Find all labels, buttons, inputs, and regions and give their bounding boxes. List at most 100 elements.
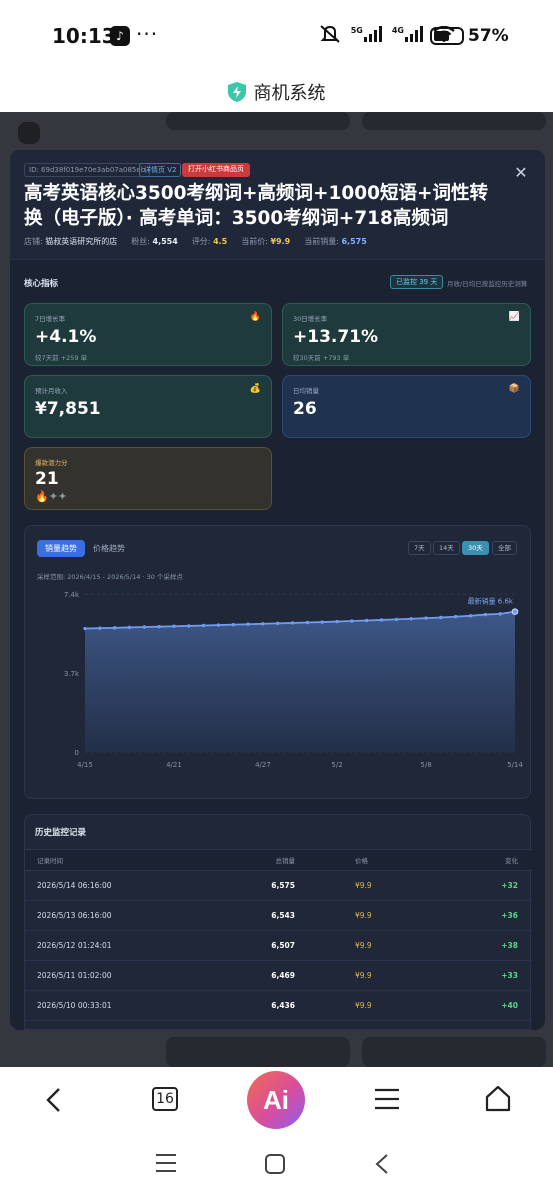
data-point bbox=[394, 617, 399, 622]
card-sub: 较7天前 +259 单 bbox=[35, 354, 88, 362]
open-xiaohongshu-button[interactable]: 打开小红书商品页 bbox=[182, 163, 250, 177]
row-time: 2026/5/10 00:33:01 bbox=[37, 1001, 112, 1010]
data-point bbox=[201, 623, 206, 628]
data-point bbox=[246, 622, 250, 626]
product-meta: 店铺: 猫叔英语研究所的店 粉丝: 4,554 评分: 4.5 当前价: ¥9.… bbox=[24, 236, 367, 247]
card-label: 预计月收入 bbox=[35, 387, 68, 395]
row-time: 2026/5/11 01:02:00 bbox=[37, 971, 112, 980]
range-14d-button[interactable]: 14天 bbox=[433, 541, 460, 555]
table-row: 2026/5/12 01:24:01 6,507 ¥9.9 +38 bbox=[25, 931, 532, 961]
x-tick-label: 4/21 bbox=[166, 761, 182, 769]
trend-chart-icon: 📈 bbox=[508, 312, 520, 322]
row-change: +40 bbox=[501, 1001, 518, 1010]
y-tick-label: 7.4k bbox=[64, 591, 80, 599]
row-sales: 6,436 bbox=[271, 1001, 295, 1010]
close-icon[interactable]: ✕ bbox=[513, 165, 529, 181]
product-detail-modal: ID: 69d38f019e70e3ab07a085eb 详情页 V2 打开小红… bbox=[10, 150, 545, 1030]
menu-icon[interactable] bbox=[374, 1088, 400, 1110]
backdrop-tile bbox=[166, 112, 350, 130]
history-panel: 历史监控记录 记录时间 总销量 价格 变化 2026/5/14 06:16:00… bbox=[24, 814, 532, 1030]
table-row: 2026/5/14 06:16:00 6,575 ¥9.9 +32 bbox=[25, 871, 532, 901]
mute-icon bbox=[320, 25, 340, 43]
ai-assistant-button[interactable]: Ai bbox=[247, 1071, 305, 1129]
shield-bolt-icon bbox=[227, 82, 246, 102]
x-tick-label: 5/8 bbox=[420, 761, 431, 769]
data-point bbox=[498, 612, 502, 616]
range-30d-button[interactable]: 30天 bbox=[462, 541, 489, 555]
col-price: 价格 bbox=[355, 857, 368, 865]
row-price: ¥9.9 bbox=[355, 1001, 372, 1010]
detail-version-tag: 详情页 V2 bbox=[139, 163, 182, 177]
range-all-button[interactable]: 全部 bbox=[492, 541, 517, 555]
sales-value: 6,575 bbox=[341, 237, 367, 246]
tab-price-trend[interactable]: 价格趋势 bbox=[93, 540, 125, 557]
row-price: ¥9.9 bbox=[355, 911, 372, 920]
growth-30d-card: 30日增长率 +13.71% 较30天前 +793 单 📈 bbox=[282, 303, 531, 366]
data-point bbox=[365, 618, 369, 623]
signal-4g-icon: 4G bbox=[392, 26, 423, 42]
status-bar: 10:13 ♪ ··· 5G 4G 57% bbox=[0, 0, 553, 72]
row-sales: 6,543 bbox=[271, 911, 295, 920]
row-price: ¥9.9 bbox=[355, 941, 372, 950]
row-sales: 6,507 bbox=[271, 941, 295, 950]
signal-5g-icon: 5G bbox=[351, 26, 382, 42]
tabs-count-button[interactable]: 16 bbox=[152, 1087, 178, 1111]
data-point bbox=[216, 623, 221, 627]
fans-value: 4,554 bbox=[152, 237, 178, 246]
backdrop-tile bbox=[362, 112, 546, 130]
rating-label: 评分: bbox=[191, 237, 211, 246]
daily-sales-card: 日均销量 26 📦 bbox=[282, 375, 531, 438]
trend-chart-panel: 销量趋势 价格趋势 7天 14天 30天 全部 采样范围: 2026/4/15 … bbox=[24, 525, 531, 799]
price-value: ¥9.9 bbox=[270, 237, 291, 246]
col-sales: 总销量 bbox=[275, 857, 296, 865]
range-7d-button[interactable]: 7天 bbox=[408, 541, 431, 555]
row-change: +38 bbox=[501, 941, 518, 950]
row-change: +32 bbox=[501, 881, 518, 890]
battery-icon bbox=[430, 27, 464, 45]
network-4g-label: 4G bbox=[391, 26, 404, 35]
browser-bottom-bar: 16 Ai bbox=[0, 1067, 553, 1200]
fire-icon: 🔥 bbox=[249, 312, 261, 322]
sample-range-note: 采样范围: 2026/4/15 - 2026/5/14 · 30 个采样点 bbox=[37, 573, 183, 581]
data-point bbox=[379, 618, 384, 622]
card-value: +4.1% bbox=[35, 327, 97, 347]
data-point bbox=[98, 626, 102, 630]
product-title: 高考英语核心3500考纲词+高频词+1000短语+词性转换（电子版）· 高考单词… bbox=[24, 183, 488, 229]
monthly-revenue-card: 预计月收入 ¥7,851 💰 bbox=[24, 375, 272, 438]
data-point bbox=[127, 625, 132, 630]
modal-header: ID: 69d38f019e70e3ab07a085eb 详情页 V2 打开小红… bbox=[10, 150, 545, 260]
col-change: 变化 bbox=[505, 857, 518, 865]
data-point bbox=[112, 626, 117, 630]
system-back-icon[interactable] bbox=[374, 1153, 390, 1175]
data-point bbox=[409, 617, 413, 621]
home-icon[interactable] bbox=[484, 1085, 512, 1113]
tab-sales-trend[interactable]: 销量趋势 bbox=[37, 540, 85, 557]
data-point bbox=[335, 619, 339, 624]
growth-7d-card: 7日增长率 +4.1% 较7天前 +259 单 🔥 bbox=[24, 303, 272, 366]
x-tick-label: 4/15 bbox=[77, 761, 93, 769]
data-point bbox=[231, 622, 235, 627]
app-title: 商机系统 bbox=[253, 83, 326, 104]
battery-percent: 57% bbox=[468, 26, 509, 46]
data-point bbox=[187, 624, 191, 628]
card-value: ¥7,851 bbox=[35, 399, 101, 419]
system-home-icon[interactable] bbox=[264, 1153, 286, 1175]
system-recents-icon[interactable] bbox=[155, 1153, 177, 1173]
fans-label: 粉丝: bbox=[131, 237, 150, 246]
table-row: 2026/5/11 01:02:00 6,469 ¥9.9 +33 bbox=[25, 961, 532, 991]
x-tick-label: 4/27 bbox=[255, 761, 271, 769]
data-point bbox=[439, 615, 443, 620]
backdrop-tile bbox=[362, 1037, 546, 1067]
table-row: 2026/5/13 06:16:00 6,543 ¥9.9 +36 bbox=[25, 901, 532, 931]
data-point bbox=[511, 608, 519, 615]
col-time: 记录时间 bbox=[37, 857, 63, 865]
row-change: +33 bbox=[501, 971, 518, 980]
history-header-row: 记录时间 总销量 价格 变化 bbox=[25, 849, 532, 871]
x-tick-label: 5/2 bbox=[331, 761, 342, 769]
monitor-days-badge: 已监控 39 天 bbox=[390, 275, 444, 289]
back-icon[interactable] bbox=[44, 1087, 64, 1113]
potential-stars: 🔥✦✦ bbox=[35, 490, 68, 503]
row-time: 2026/5/13 06:16:00 bbox=[37, 911, 112, 920]
card-value: +13.71% bbox=[293, 327, 379, 347]
card-sub: 较30天前 +793 单 bbox=[293, 354, 350, 362]
